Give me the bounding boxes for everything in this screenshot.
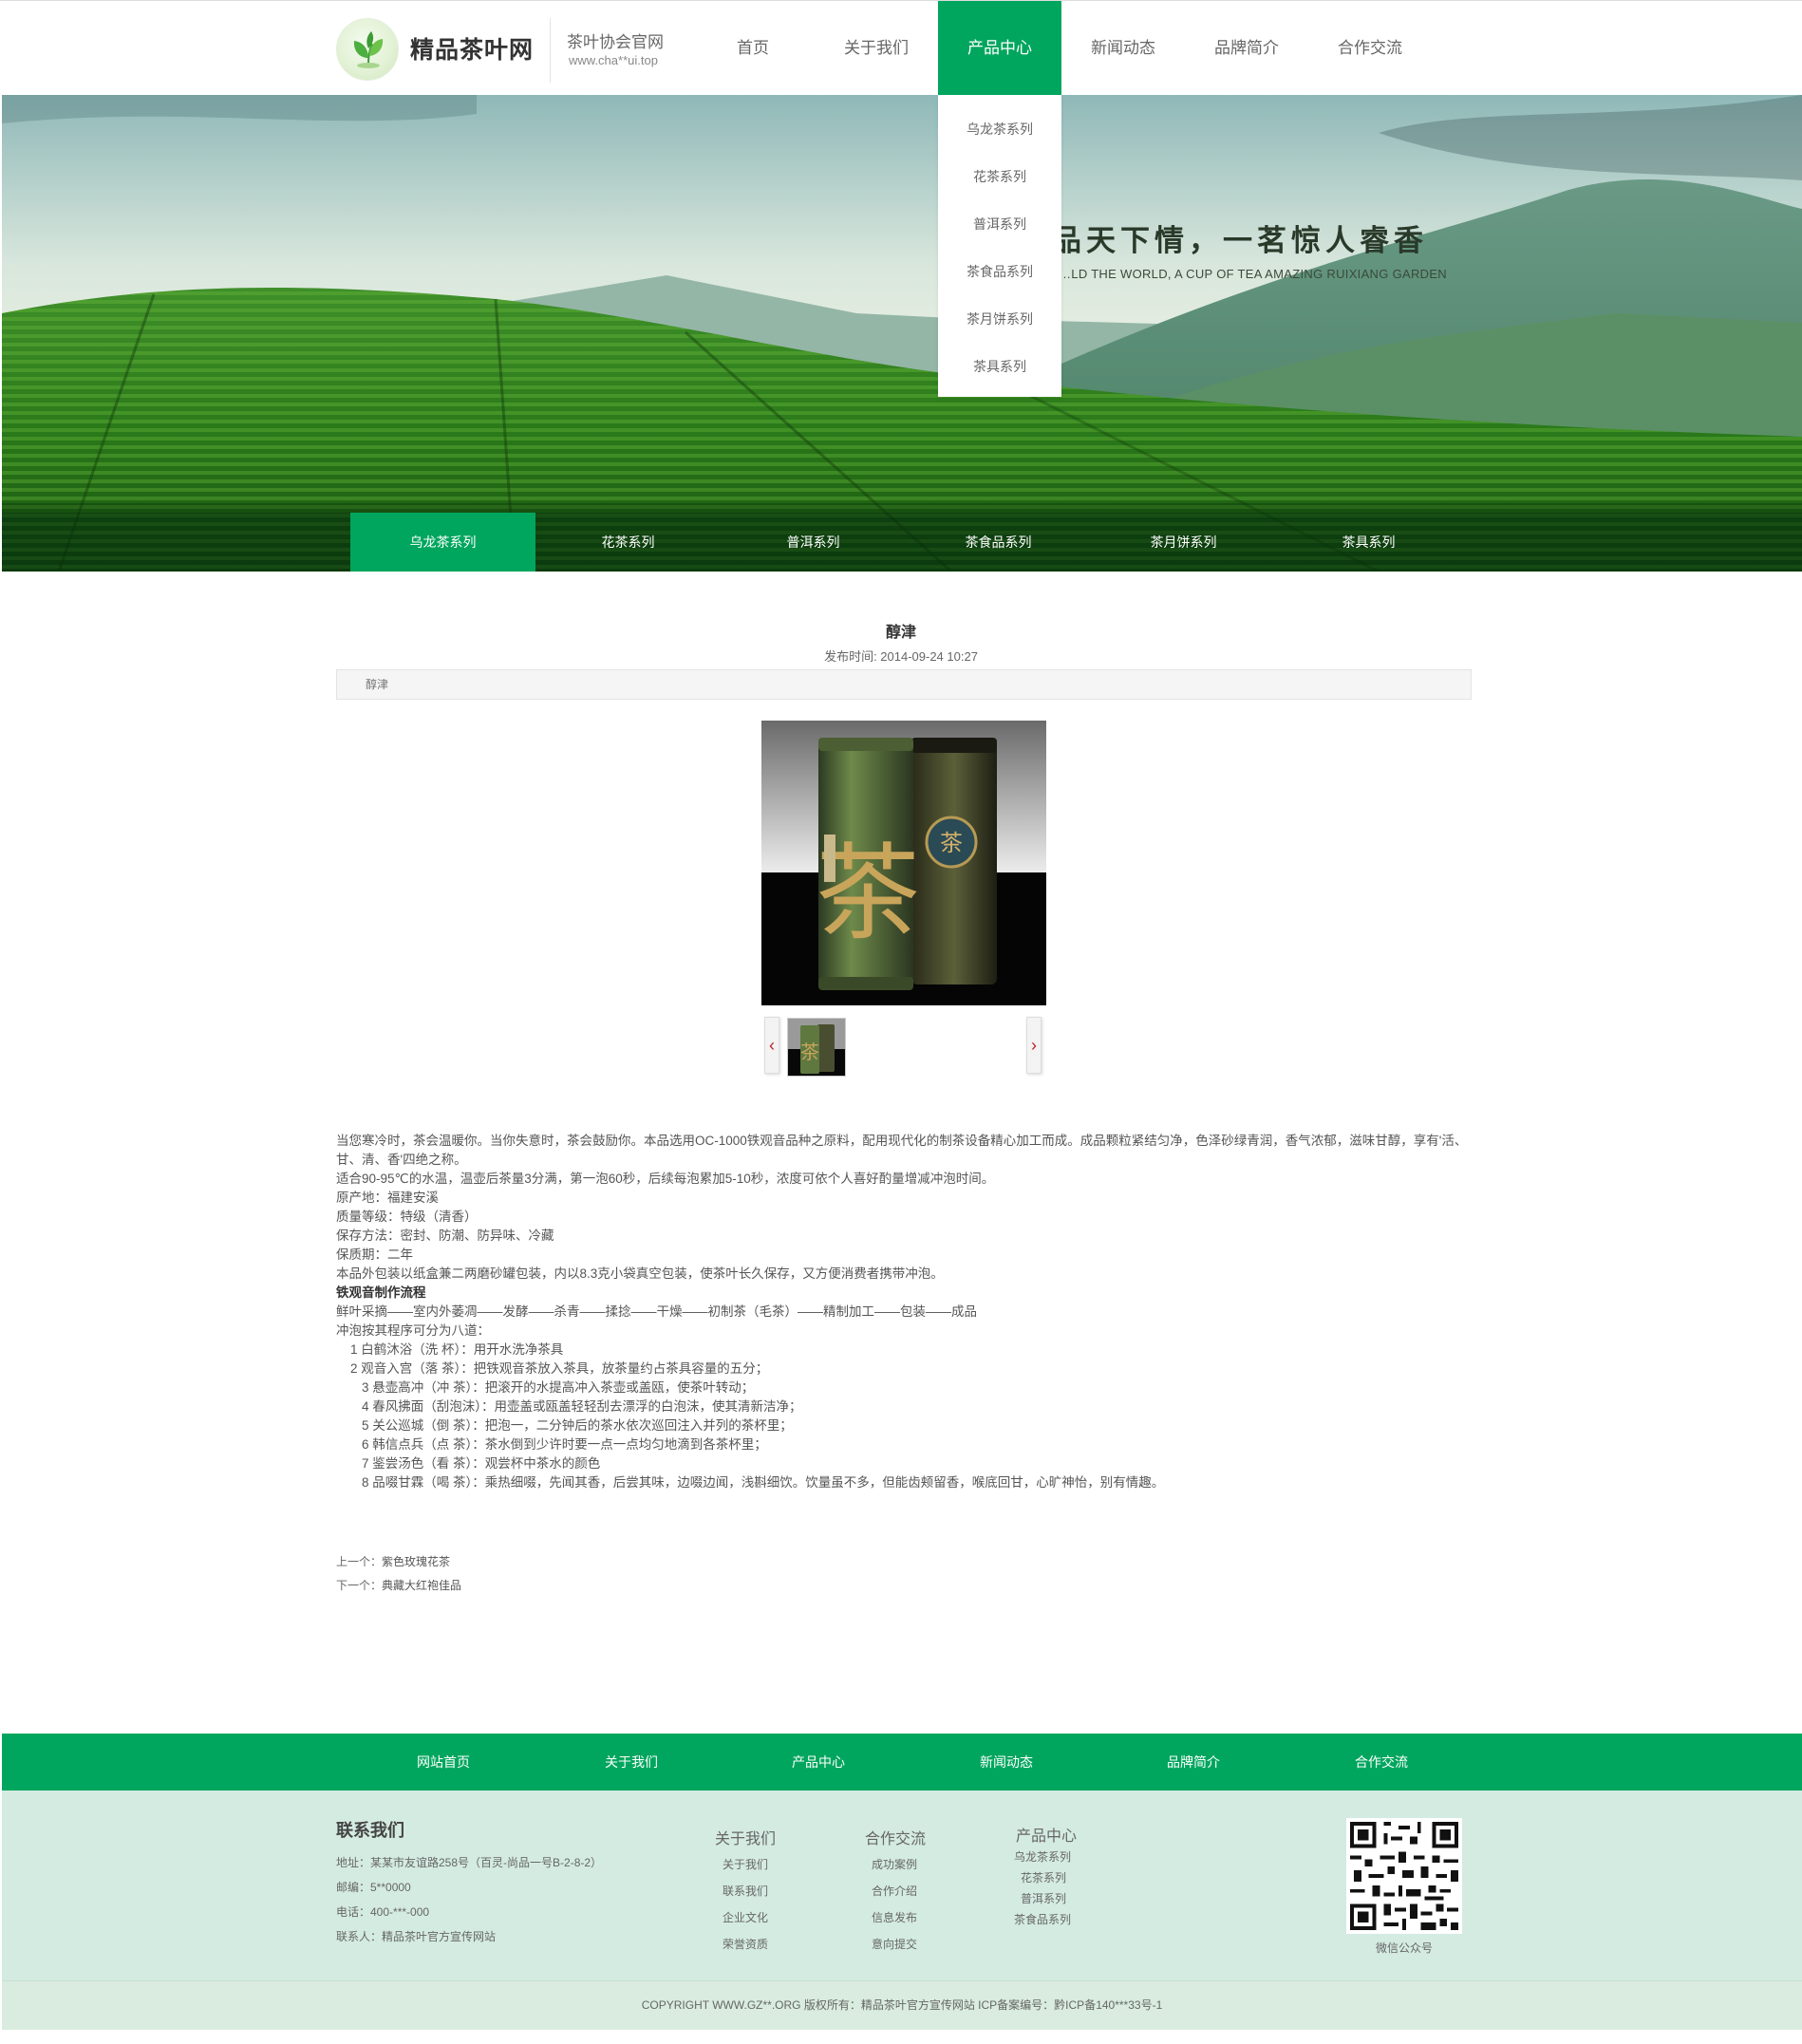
product-photo: 茶 茶 — [761, 721, 1046, 1005]
contact-address: 地址：某某市友谊路258号（百灵-尚品一号B-2-8-2） — [336, 1856, 603, 1869]
footer-nav-news[interactable]: 新闻动态 — [945, 1734, 1068, 1791]
nav-home[interactable]: 首页 — [691, 1, 815, 96]
brew-step: 7 鉴尝汤色（看 茶）：观尝杯中茶水的颜色 — [362, 1456, 601, 1471]
footer-link[interactable]: 普洱系列 — [1021, 1890, 1066, 1906]
contact-phone: 电话：400-***-000 — [336, 1905, 430, 1919]
footer-link[interactable]: 花茶系列 — [1021, 1869, 1066, 1885]
dropdown-item-mooncake[interactable]: 茶月饼系列 — [938, 295, 1061, 343]
brew-step: 4 春风拂面（刮泡沫）：用壶盖或瓯盖轻轻刮去漂浮的白泡沫，使其清新洁净； — [362, 1399, 802, 1414]
products-dropdown-menu: 乌龙茶系列 花茶系列 普洱系列 茶食品系列 茶月饼系列 茶具系列 — [938, 95, 1061, 397]
footer-link[interactable]: 信息发布 — [872, 1909, 917, 1925]
prev-thumb-arrow-icon[interactable]: ‹ — [764, 1017, 779, 1074]
contact-title: 联系我们 — [336, 1821, 404, 1840]
footer-nav-brand[interactable]: 品牌简介 — [1132, 1734, 1255, 1791]
prev-title[interactable]: 紫色玫瑰花茶 — [382, 1555, 450, 1568]
paragraph-shelf-life: 保质期：二年 — [336, 1247, 413, 1262]
paragraph-storage: 保存方法：密封、防潮、防异味、冷藏 — [336, 1228, 554, 1243]
footer-nav-products[interactable]: 产品中心 — [757, 1734, 880, 1791]
wechat-qr-code — [1346, 1818, 1462, 1934]
process-steps: 鲜叶采摘——室内外萎凋——发酵——杀青——揉捻——干燥——初制茶（毛茶）——精制… — [336, 1304, 977, 1319]
contact-postcode: 邮编：5**0000 — [336, 1881, 411, 1894]
category-mooncake[interactable]: 茶月饼系列 — [1091, 513, 1276, 572]
prev-article-link[interactable]: 上一个：紫色玫瑰花茶 — [336, 1553, 450, 1569]
footer-link[interactable]: 意向提交 — [872, 1936, 917, 1952]
next-title[interactable]: 典藏大红袍佳品 — [382, 1579, 461, 1592]
paragraph-brewing: 适合90-95℃的水温，温壶后茶量3分满，第一泡60秒，后续每泡累加5-10秒，… — [336, 1172, 995, 1186]
contact-person: 联系人：精品茶叶官方宣传网站 — [336, 1930, 497, 1943]
footer-col-products-title: 产品中心 — [1016, 1828, 1078, 1845]
nav-products[interactable]: 产品中心 — [938, 1, 1061, 96]
tea-plantation-image — [2, 95, 1802, 572]
dropdown-item-tea-food[interactable]: 茶食品系列 — [938, 248, 1061, 295]
article-date: 发布时间: 2014-09-24 10:27 — [824, 649, 978, 664]
copyright: COPYRIGHT WWW.GZ**.ORG 版权所有：精品茶叶官方宣传网站 I… — [2, 1980, 1802, 2030]
category-puer[interactable]: 普洱系列 — [721, 513, 906, 572]
article-body: 当您寒冷时，茶会温暖你。当你失意时，茶会鼓励你。本品选用OC-1000铁观音品种… — [336, 1132, 1475, 1492]
nav-about[interactable]: 关于我们 — [815, 1, 938, 96]
tea-leaf-logo-icon[interactable] — [336, 18, 399, 81]
footer-link[interactable]: 成功案例 — [872, 1856, 917, 1872]
footer-nav-cooperation[interactable]: 合作交流 — [1320, 1734, 1443, 1791]
brew-step: 1 白鹤沐浴（洗 杯）：用开水洗净茶具 — [350, 1342, 564, 1357]
qr-label: 微信公众号 — [1375, 1941, 1433, 1955]
banner-slogan: 品天下情，一茗惊人睿香 — [1052, 224, 1428, 258]
prev-label: 上一个： — [336, 1555, 383, 1568]
brew-step: 8 品啜甘霖（喝 茶）：乘热细啜，先闻其香，后尝其味，边啜边闻，浅斟细饮。饮量虽… — [362, 1475, 1165, 1490]
nav-cooperation[interactable]: 合作交流 — [1308, 1, 1432, 96]
hero-banner — [2, 95, 1802, 572]
banner-slogan-en: …LD THE WORLD, A CUP OF TEA AMAZING RUIX… — [1059, 267, 1447, 281]
process-title: 铁观音制作流程 — [336, 1285, 426, 1300]
svg-text:茶: 茶 — [800, 1041, 819, 1063]
footer-col-about-title: 关于我们 — [715, 1831, 777, 1847]
footer-nav-home[interactable]: 网站首页 — [382, 1734, 505, 1791]
next-label: 下一个： — [336, 1579, 383, 1592]
next-thumb-arrow-icon[interactable]: › — [1026, 1017, 1042, 1074]
photo-thumbnail-strip: ‹ 茶 › — [764, 1017, 1042, 1077]
footer-link[interactable]: 乌龙茶系列 — [1014, 1848, 1071, 1865]
paragraph-origin: 原产地：福建安溪 — [336, 1191, 439, 1205]
breadcrumb: 醇津 — [336, 669, 1472, 700]
dropdown-item-puer[interactable]: 普洱系列 — [938, 200, 1061, 248]
footer-link[interactable]: 合作介绍 — [872, 1883, 917, 1899]
next-article-link[interactable]: 下一个：典藏大红袍佳品 — [336, 1577, 461, 1593]
footer-link[interactable]: 联系我们 — [723, 1883, 768, 1899]
dropdown-item-oolong[interactable]: 乌龙茶系列 — [938, 105, 1061, 153]
category-tea-food[interactable]: 茶食品系列 — [906, 513, 1091, 572]
footer-nav-about[interactable]: 关于我们 — [570, 1734, 693, 1791]
brew-step: 6 韩信点兵（点 茶）：茶水倒到少许时要一点一点均匀地滴到各茶杯里； — [362, 1437, 767, 1452]
nav-brand[interactable]: 品牌简介 — [1185, 1, 1308, 96]
thumbnail-image[interactable]: 茶 — [787, 1018, 846, 1077]
domain-label: www.cha**ui.top — [569, 53, 658, 67]
footer-link[interactable]: 茶食品系列 — [1014, 1911, 1071, 1927]
brew-step: 5 关公巡城（倒 茶）：把泡一，二分钟后的茶水依次巡回注入并列的茶杯里； — [362, 1418, 793, 1433]
site-header: 精品茶叶网 茶叶协会官网 www.cha**ui.top 首页 关于我们 产品中… — [0, 0, 1802, 96]
footer-col-coop-title: 合作交流 — [865, 1831, 927, 1847]
header-divider — [550, 18, 551, 83]
brand-name[interactable]: 精品茶叶网 — [410, 31, 534, 66]
paragraph-grade: 质量等级：特级（清香） — [336, 1210, 478, 1224]
footer-nav-bar — [2, 1734, 1802, 1791]
dropdown-item-teaware[interactable]: 茶具系列 — [938, 343, 1061, 390]
footer-link[interactable]: 企业文化 — [723, 1909, 768, 1925]
page: 精品茶叶网 茶叶协会官网 www.cha**ui.top 首页 关于我们 产品中… — [0, 0, 1802, 2044]
category-flower-tea[interactable]: 花茶系列 — [535, 513, 721, 572]
association-label: 茶叶协会官网 — [567, 33, 664, 51]
brew-step: 2 观音入宫（落 茶）：把铁观音茶放入茶具，放茶量约占茶具容量的五分； — [350, 1361, 769, 1376]
paragraph-intro: 当您寒冷时，茶会温暖你。当你失意时，茶会鼓励你。本品选用OC-1000铁观音品种… — [336, 1134, 1468, 1167]
svg-text:茶: 茶 — [940, 830, 963, 856]
category-oolong[interactable]: 乌龙茶系列 — [350, 513, 535, 572]
brew-intro: 冲泡按其程序可分为八道： — [336, 1323, 490, 1338]
paragraph-packaging: 本品外包装以纸盒兼二两磨砂罐包装，内以8.3克小袋真空包装，使茶叶长久保存，又方… — [336, 1266, 944, 1281]
footer-link[interactable]: 关于我们 — [723, 1856, 768, 1872]
category-teaware[interactable]: 茶具系列 — [1276, 513, 1461, 572]
article-title: 醇津 — [885, 625, 916, 641]
nav-news[interactable]: 新闻动态 — [1061, 1, 1185, 96]
dropdown-item-flower-tea[interactable]: 花茶系列 — [938, 153, 1061, 200]
brew-step: 3 悬壶高冲（冲 茶）：把滚开的水提高冲入茶壶或盖瓯，使茶叶转动； — [362, 1380, 755, 1395]
footer-link[interactable]: 荣誉资质 — [723, 1936, 768, 1952]
